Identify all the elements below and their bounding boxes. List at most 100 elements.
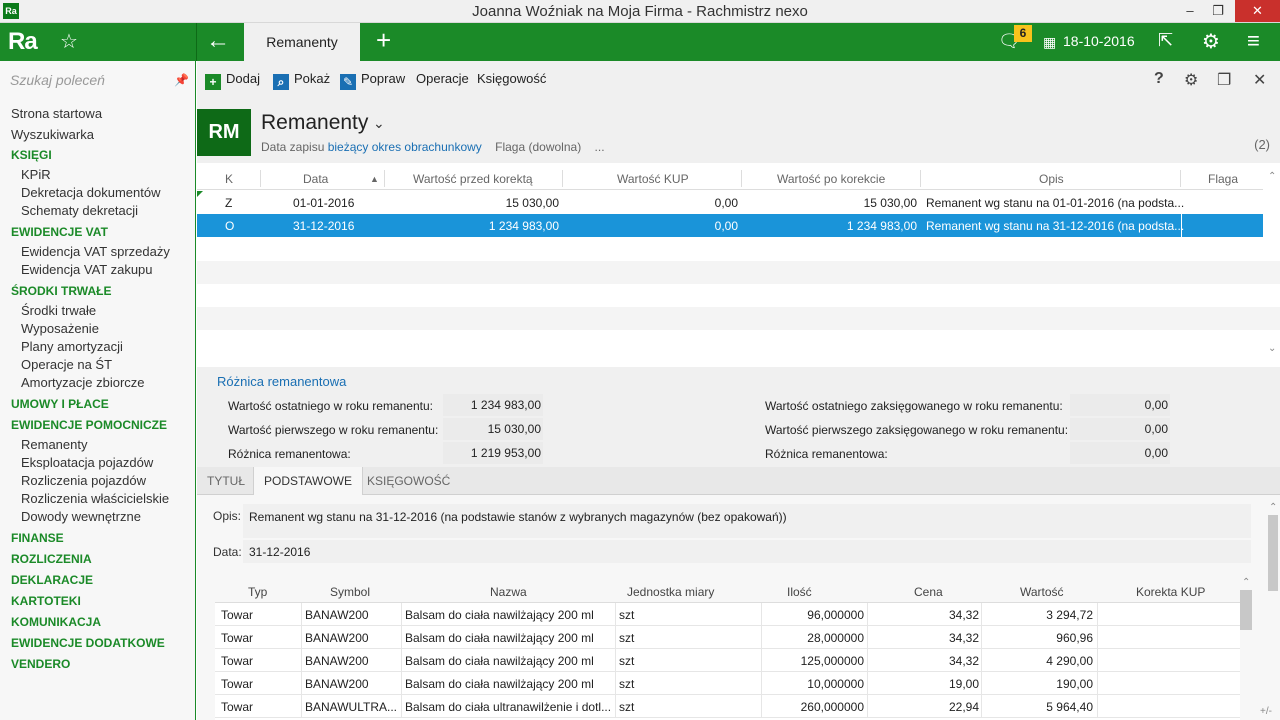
sidebar-item[interactable]: Dowody wewnętrzne xyxy=(21,509,141,524)
table-row[interactable]: Z 01-01-2016 15 030,00 0,00 15 030,00 Remanen… xyxy=(197,191,1263,214)
sidebar-item[interactable]: EWIDENCJE DODATKOWE xyxy=(11,636,165,650)
col-price[interactable]: Cena xyxy=(914,585,943,599)
col-separator xyxy=(981,649,982,672)
col-name[interactable]: Nazwa xyxy=(490,585,527,599)
close-window-button[interactable]: ✕ xyxy=(1235,0,1280,22)
table-row[interactable]: Towar BANAW200 Balsam do ciała nawilżający… xyxy=(215,672,1240,695)
sidebar-item[interactable]: Wyposażenie xyxy=(21,321,99,336)
col-quantity[interactable]: Ilość xyxy=(787,585,812,599)
sort-ascending-icon[interactable]: ▲ xyxy=(370,174,379,184)
sidebar-item[interactable]: ŚRODKI TRWAŁE xyxy=(11,284,111,298)
close-tab-icon[interactable]: ✕ xyxy=(1253,70,1266,90)
sidebar-item[interactable]: KOMUNIKACJA xyxy=(11,615,101,629)
sidebar-item[interactable]: Rozliczenia pojazdów xyxy=(21,473,146,488)
scroll-up-icon[interactable]: ⌃ xyxy=(1268,171,1276,182)
sidebar-item[interactable]: KSIĘGI xyxy=(11,148,52,162)
sidebar-item[interactable]: FINANSE xyxy=(11,531,64,545)
col-kup[interactable]: Wartość KUP xyxy=(617,172,689,186)
col-value[interactable]: Wartość xyxy=(1020,585,1064,599)
table-row[interactable]: Towar BANAWULTRA... Balsam do ciała ultran… xyxy=(215,695,1240,718)
sidebar-item[interactable]: Amortyzacje zbiorcze xyxy=(21,375,145,390)
empty-row-stripe xyxy=(197,261,1280,284)
pin-icon[interactable]: 📌 xyxy=(174,73,189,87)
sidebar-item[interactable]: Strona startowa xyxy=(11,106,102,121)
app-logo[interactable]: Ra xyxy=(8,28,38,56)
col-unit[interactable]: Jednostka miary xyxy=(627,585,714,599)
col-flag[interactable]: Flaga xyxy=(1208,172,1238,186)
calendar-icon[interactable]: ▦ xyxy=(1043,34,1056,51)
view-settings-gear-icon[interactable]: ⚙ xyxy=(1184,70,1198,90)
sidebar-item[interactable]: Wyszukiwarka xyxy=(11,127,94,142)
command-search-input[interactable]: Szukaj poleceń xyxy=(10,72,105,88)
help-icon[interactable]: ? xyxy=(1154,70,1164,88)
sidebar-item[interactable]: UMOWY I PŁACE xyxy=(11,397,109,411)
period-filter-link[interactable]: bieżący okres obrachunkowy xyxy=(328,140,482,154)
operations-menu[interactable]: Operacje xyxy=(416,71,469,86)
sidebar-item[interactable]: Ewidencja VAT zakupu xyxy=(21,262,153,277)
detail-scroll-up-icon[interactable]: ⌃ xyxy=(1269,502,1277,513)
col-date[interactable]: Data xyxy=(303,172,328,186)
minimize-button[interactable]: – xyxy=(1175,0,1205,22)
export-arrow-icon[interactable]: ⇱ xyxy=(1158,30,1173,51)
table-row[interactable]: Towar BANAW200 Balsam do ciała nawilżający… xyxy=(215,626,1240,649)
tab-accounting[interactable]: KSIĘGOWOŚĆ xyxy=(357,467,460,495)
tab-basic[interactable]: PODSTAWOWE xyxy=(253,467,363,495)
date-field[interactable]: 31-12-2016 xyxy=(243,540,1251,563)
hamburger-menu-icon[interactable]: ≡ xyxy=(1247,28,1260,54)
col-before[interactable]: Wartość przed korektą xyxy=(413,172,533,186)
col-kup-correction[interactable]: Korekta KUP xyxy=(1136,585,1205,599)
sidebar-item[interactable]: EWIDENCJE POMOCNICZE xyxy=(11,418,167,432)
col-type[interactable]: Typ xyxy=(248,585,267,599)
expand-collapse-toggle[interactable]: +/- xyxy=(1260,706,1272,717)
more-filters[interactable]: ... xyxy=(595,140,605,154)
add-button[interactable]: + Dodaj xyxy=(205,71,260,90)
col-symbol[interactable]: Symbol xyxy=(330,585,370,599)
col-k[interactable]: K xyxy=(225,172,233,186)
col-separator xyxy=(761,649,762,672)
favorites-star-icon[interactable]: ☆ xyxy=(60,29,78,54)
detach-window-icon[interactable]: ❐ xyxy=(1217,70,1231,90)
sidebar-item[interactable]: VENDERO xyxy=(11,657,70,671)
settings-gear-icon[interactable]: ⚙ xyxy=(1202,29,1220,54)
restore-button[interactable]: ❐ xyxy=(1203,0,1233,22)
tab-remanenty[interactable]: Remanenty xyxy=(244,23,360,61)
table-row[interactable]: Towar BANAW200 Balsam do ciała nawilżający… xyxy=(215,603,1240,626)
sidebar-item[interactable]: Eksploatacja pojazdów xyxy=(21,455,153,470)
sidebar-item[interactable]: Schematy dekretacji xyxy=(21,203,138,218)
sidebar-item[interactable]: DEKLARACJE xyxy=(11,573,93,587)
edit-button[interactable]: ✎ Popraw xyxy=(340,71,405,90)
sidebar-item[interactable]: Plany amortyzacji xyxy=(21,339,123,354)
view-chevron-down-icon[interactable]: ⌄ xyxy=(373,115,385,132)
items-scrollbar-thumb[interactable] xyxy=(1240,590,1252,630)
flag-filter[interactable]: Flaga (dowolna) xyxy=(495,140,581,154)
item-cell: Towar xyxy=(221,608,254,622)
sidebar-item[interactable]: Remanenty xyxy=(21,437,87,452)
col-desc[interactable]: Opis xyxy=(1039,172,1064,186)
item-cell: Towar xyxy=(221,677,254,691)
col-separator xyxy=(981,695,982,718)
notifications-badge[interactable]: 6 xyxy=(1014,25,1032,42)
sidebar-item[interactable]: KARTOTEKI xyxy=(11,594,81,608)
sidebar-item[interactable]: ROZLICZENIA xyxy=(11,552,92,566)
sidebar-item[interactable]: Dekretacja dokumentów xyxy=(21,185,160,200)
sidebar-item[interactable]: Środki trwałe xyxy=(21,303,96,318)
app-header: Ra ☆ ← Remanenty + 🗨 6 ▦ 18-10-2016 ⇱ ⚙ … xyxy=(0,23,1280,61)
detail-scrollbar-thumb[interactable] xyxy=(1268,515,1278,591)
scroll-down-icon[interactable]: ⌄ xyxy=(1268,343,1276,354)
table-row[interactable]: O 31-12-2016 1 234 983,00 0,00 1 234 983,00 R… xyxy=(197,214,1263,237)
tab-title[interactable]: TYTUŁ xyxy=(197,467,255,495)
back-arrow-icon[interactable]: ← xyxy=(206,27,230,55)
accounting-menu[interactable]: Księgowość xyxy=(477,71,546,86)
new-tab-plus-icon[interactable]: + xyxy=(376,25,391,56)
sidebar-item[interactable]: Ewidencja VAT sprzedaży xyxy=(21,244,170,259)
sidebar-item[interactable]: Rozliczenia właścicielskie xyxy=(21,491,169,506)
working-date[interactable]: 18-10-2016 xyxy=(1063,33,1135,49)
sidebar-item[interactable]: Operacje na ŚT xyxy=(21,357,112,372)
table-row[interactable]: Towar BANAW200 Balsam do ciała nawilżający… xyxy=(215,649,1240,672)
description-field[interactable]: Remanent wg stanu na 31-12-2016 (na pods… xyxy=(243,504,1251,538)
sidebar-item[interactable]: EWIDENCJE VAT xyxy=(11,225,108,239)
col-after[interactable]: Wartość po korekcie xyxy=(777,172,885,186)
show-button[interactable]: ⌕ Pokaż xyxy=(273,71,330,90)
sidebar-item[interactable]: KPiR xyxy=(21,167,51,182)
items-scroll-up-icon[interactable]: ⌃ xyxy=(1242,577,1250,588)
